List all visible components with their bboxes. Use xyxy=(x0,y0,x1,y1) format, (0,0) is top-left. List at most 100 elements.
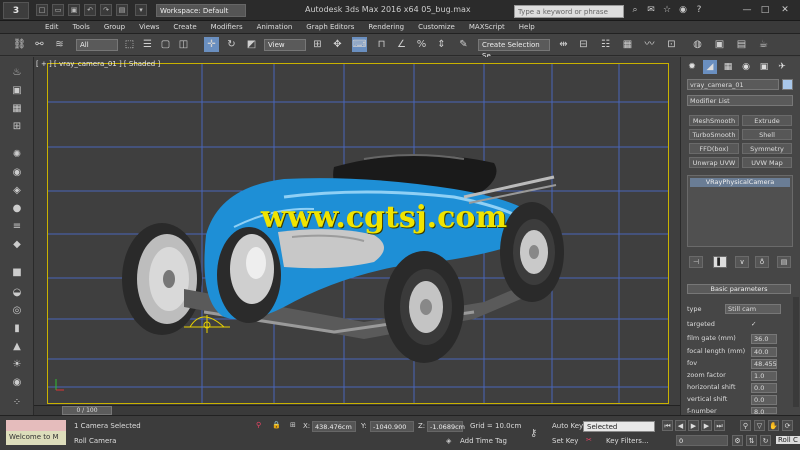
light-icon[interactable]: ✺ xyxy=(8,147,26,162)
render-setup-icon[interactable]: ▣ xyxy=(712,37,727,52)
select-object-icon[interactable]: ⬚ xyxy=(122,37,137,52)
time-configuration-icon[interactable]: ⚙ xyxy=(732,435,743,446)
menu-create[interactable]: Create xyxy=(166,21,203,33)
go-to-end-icon[interactable]: ⏭ xyxy=(714,420,725,431)
go-to-start-icon[interactable]: ⏮ xyxy=(662,420,673,431)
menu-animation[interactable]: Animation xyxy=(250,21,300,33)
basic-parameters-rollout[interactable]: Basic parameters xyxy=(687,284,791,294)
configure-modifier-sets-icon[interactable]: ▤ xyxy=(777,256,791,268)
space-warp-icon[interactable]: ◆ xyxy=(8,237,26,252)
absolute-mode-icon[interactable]: ⊞ xyxy=(290,421,296,429)
toolbar-dropdown-icon[interactable]: ▾ xyxy=(135,4,147,16)
communication-center-icon[interactable]: ✉ xyxy=(644,3,658,17)
key-filters-button[interactable]: Key Filters... xyxy=(606,437,649,445)
ffd-box-button[interactable]: FFD(box) xyxy=(689,143,739,154)
torus-icon[interactable]: ◉ xyxy=(8,375,26,390)
render-icon[interactable]: ▣ xyxy=(8,83,26,98)
select-and-manipulate-icon[interactable]: ✥ xyxy=(330,37,345,52)
rectangular-selection-icon[interactable]: ▢ xyxy=(158,37,173,52)
maxscript-listener-output[interactable] xyxy=(6,420,66,431)
redo-icon[interactable]: ↷ xyxy=(100,4,112,16)
select-and-rotate-icon[interactable]: ↻ xyxy=(224,37,239,52)
search-icon[interactable]: ⌕ xyxy=(628,3,642,17)
camera-type-dropdown[interactable]: Still cam xyxy=(725,304,781,314)
ring-icon[interactable]: ◎ xyxy=(8,303,26,318)
modifier-list-dropdown[interactable]: Modifier List xyxy=(687,95,793,106)
graphite-ribbon-icon[interactable]: ▦ xyxy=(620,37,635,52)
field-of-view-icon[interactable]: ▽ xyxy=(754,420,765,431)
time-slider-knob[interactable]: 0 / 100 xyxy=(62,406,112,415)
menu-modifiers[interactable]: Modifiers xyxy=(204,21,250,33)
camera-viewport[interactable]: [ + ] [ vray_camera_01 ] [ Shaded ] www.… xyxy=(34,57,680,405)
targeted-checkbox[interactable]: ✓ xyxy=(751,320,756,328)
hierarchy-tab-icon[interactable]: ▦ xyxy=(721,60,735,74)
rendered-frame-window-icon[interactable]: ▤ xyxy=(734,37,749,52)
add-time-tag[interactable]: Add Time Tag xyxy=(460,437,507,445)
extrude-button[interactable]: Extrude xyxy=(742,115,792,126)
z-coordinate-field[interactable]: -1.0689cm xyxy=(427,421,465,432)
favorites-icon[interactable]: ☆ xyxy=(660,3,674,17)
bind-space-warp-icon[interactable]: ≋ xyxy=(52,37,67,52)
f-number-spinner[interactable]: 8.0 xyxy=(751,407,777,416)
layers-icon[interactable]: ≡ xyxy=(8,219,26,234)
selection-filter-dropdown[interactable]: All xyxy=(76,39,118,51)
viewport-label[interactable]: [ + ] [ vray_camera_01 ] [ Shaded ] xyxy=(36,60,160,68)
menu-help[interactable]: Help xyxy=(512,21,542,33)
angle-snap-icon[interactable]: ∠ xyxy=(394,37,409,52)
window-crossing-icon[interactable]: ◫ xyxy=(176,37,191,52)
pin-stack-icon[interactable]: ⊣ xyxy=(689,256,703,268)
mirror-icon[interactable]: ⇹ xyxy=(556,37,571,52)
object-color-swatch[interactable] xyxy=(782,79,793,90)
roll-camera-icon[interactable]: ↻ xyxy=(760,435,771,446)
reference-coordinate-dropdown[interactable]: View xyxy=(264,39,306,51)
undo-icon[interactable]: ↶ xyxy=(84,4,96,16)
command-panel-scrollbar[interactable] xyxy=(793,297,799,407)
create-tab-icon[interactable]: ✹ xyxy=(685,60,699,74)
sign-in-icon[interactable]: ◉ xyxy=(676,3,690,17)
play-icon[interactable]: ▶ xyxy=(688,420,699,431)
calculator-icon[interactable]: ▦ xyxy=(8,101,26,116)
modify-tab-icon[interactable]: ◢ xyxy=(703,60,717,74)
percent-snap-icon[interactable]: % xyxy=(414,37,429,52)
save-file-icon[interactable]: ▣ xyxy=(68,4,80,16)
film-gate-spinner[interactable]: 36.0 xyxy=(751,334,777,344)
project-folder-icon[interactable]: ▤ xyxy=(116,4,128,16)
cylinder-icon[interactable]: ▮ xyxy=(8,321,26,336)
new-file-icon[interactable]: □ xyxy=(36,4,48,16)
maxscript-listener[interactable]: Welcome to M xyxy=(6,431,66,445)
open-file-icon[interactable]: ▭ xyxy=(52,4,64,16)
object-name-field[interactable]: vray_camera_01 xyxy=(687,79,779,90)
align-icon[interactable]: ⊟ xyxy=(576,37,591,52)
camera-icon[interactable]: ◉ xyxy=(8,165,26,180)
truck-camera-icon[interactable]: ⇅ xyxy=(746,435,757,446)
select-and-link-icon[interactable]: ⛓ xyxy=(12,37,27,52)
select-by-name-icon[interactable]: ☰ xyxy=(140,37,155,52)
menu-edit[interactable]: Edit xyxy=(38,21,66,33)
edit-named-selection-icon[interactable]: ✎ xyxy=(456,37,471,52)
menu-rendering[interactable]: Rendering xyxy=(361,21,411,33)
display-tab-icon[interactable]: ▣ xyxy=(757,60,771,74)
modifier-stack[interactable]: VRayPhysicalCamera xyxy=(687,175,793,247)
dome-icon[interactable]: ◒ xyxy=(8,285,26,300)
maximize-icon[interactable]: □ xyxy=(758,3,772,17)
next-frame-icon[interactable]: ▶ xyxy=(701,420,712,431)
named-selection-dropdown[interactable]: Create Selection Se xyxy=(478,39,550,60)
remove-modifier-icon[interactable]: ♁ xyxy=(755,256,769,268)
helper-icon[interactable]: ◈ xyxy=(8,183,26,198)
spinner-snap-icon[interactable]: ⇕ xyxy=(434,37,449,52)
sphere-icon[interactable]: ● xyxy=(8,201,26,216)
help-icon[interactable]: ? xyxy=(692,3,706,17)
search-input[interactable]: Type a keyword or phrase xyxy=(514,5,624,18)
box-icon[interactable]: ■ xyxy=(8,265,26,280)
material-editor-icon[interactable]: ◍ xyxy=(690,37,705,52)
select-and-scale-icon[interactable]: ◩ xyxy=(244,37,259,52)
selection-lock-icon[interactable]: 🔒 xyxy=(272,421,281,429)
menu-graph-editors[interactable]: Graph Editors xyxy=(299,21,361,33)
time-tag-icon[interactable]: ◈ xyxy=(446,437,451,445)
utilities-tab-icon[interactable]: ✈ xyxy=(775,60,789,74)
current-frame-field[interactable]: 0 xyxy=(676,435,728,446)
horizontal-shift-spinner[interactable]: 0.0 xyxy=(751,383,777,393)
set-keys-icon[interactable]: ✂ xyxy=(586,436,592,444)
vertical-shift-spinner[interactable]: 0.0 xyxy=(751,395,777,405)
minimize-icon[interactable]: — xyxy=(740,3,754,17)
